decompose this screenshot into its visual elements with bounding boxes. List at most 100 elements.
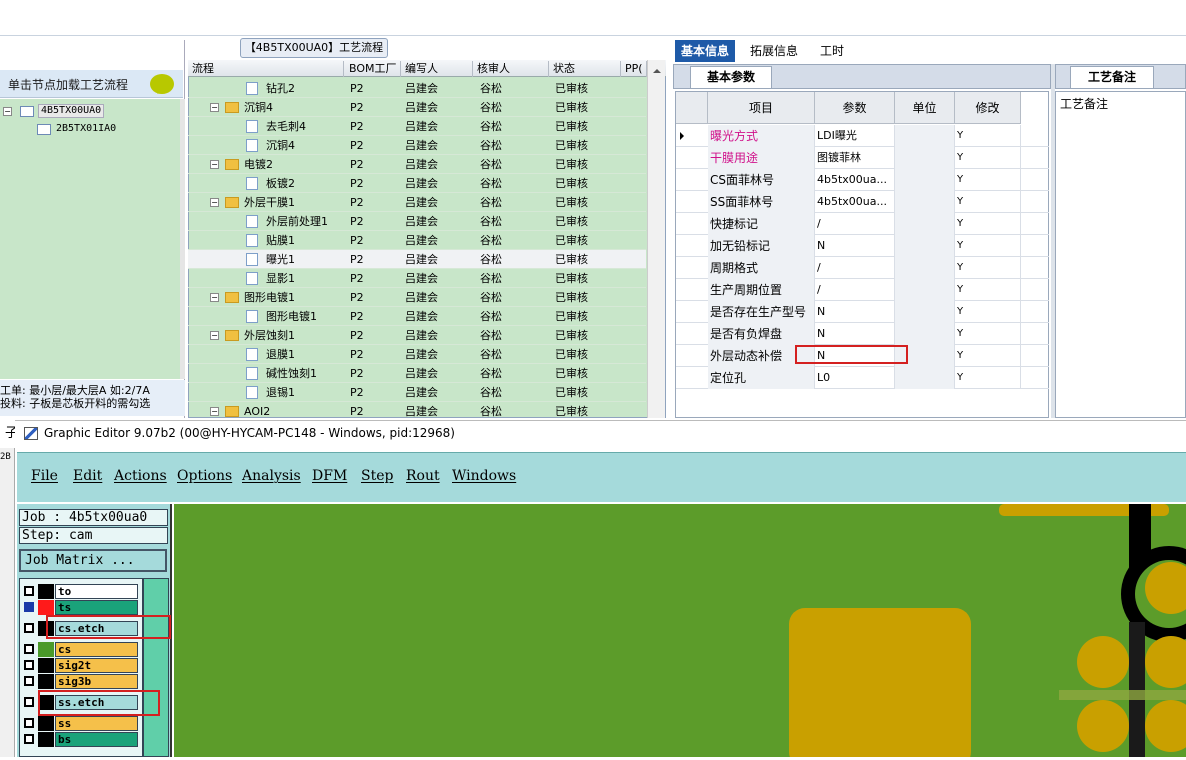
param-value[interactable]: N	[815, 235, 895, 257]
col-header-pp[interactable]: PP(	[621, 61, 647, 77]
param-value[interactable]: N	[815, 323, 895, 345]
param-row[interactable]: CS面菲林号 4b5tx00ua... Y	[676, 169, 1049, 191]
left-scrollbar[interactable]	[180, 99, 185, 379]
tab-extended-info[interactable]: 拓展信息	[744, 40, 804, 62]
process-row[interactable]: − 外层干膜1 P2 吕建会 谷松 已审核	[188, 193, 646, 212]
comment-bubble-icon[interactable]	[150, 74, 174, 94]
menu-options[interactable]: Options	[177, 468, 232, 484]
col-header-writer[interactable]: 编写人	[401, 61, 473, 77]
process-row[interactable]: 去毛刺4 P2 吕建会 谷松 已审核	[188, 117, 646, 136]
param-value[interactable]: /	[815, 213, 895, 235]
layer-name[interactable]: to	[55, 584, 138, 599]
tab-work-hours[interactable]: 工时	[814, 40, 850, 62]
process-row[interactable]: 碱性蚀刻1 P2 吕建会 谷松 已审核	[188, 364, 646, 383]
menu-dfm[interactable]: DFM	[312, 468, 347, 484]
param-value[interactable]: 4b5tx00ua...	[815, 169, 895, 191]
param-row[interactable]: 定位孔 L0 Y	[676, 367, 1049, 389]
param-value[interactable]: LDI曝光	[815, 125, 895, 147]
layer-checkbox[interactable]	[24, 697, 34, 707]
process-row[interactable]: 曝光1 P2 吕建会 谷松 已审核	[188, 250, 646, 269]
process-row[interactable]: 板镀2 P2 吕建会 谷松 已审核	[188, 174, 646, 193]
col-header-item[interactable]: 项目	[708, 92, 815, 124]
col-header-modify[interactable]: 修改	[955, 92, 1021, 124]
process-row[interactable]: 沉铜4 P2 吕建会 谷松 已审核	[188, 136, 646, 155]
collapse-icon[interactable]: −	[210, 331, 219, 340]
menu-windows[interactable]: Windows	[452, 468, 516, 484]
notes-title[interactable]: 工艺备注	[1070, 66, 1154, 88]
param-row[interactable]: 快捷标记 / Y	[676, 213, 1049, 235]
tree-node-child[interactable]: 2B5TX01IA0	[54, 123, 118, 137]
process-row[interactable]: 显影1 P2 吕建会 谷松 已审核	[188, 269, 646, 288]
scroll-up-icon[interactable]	[653, 65, 661, 73]
collapse-icon[interactable]: −	[210, 103, 219, 112]
layer-checkbox[interactable]	[24, 718, 34, 728]
process-row[interactable]: 外层前处理1 P2 吕建会 谷松 已审核	[188, 212, 646, 231]
layer-checkbox[interactable]	[24, 623, 34, 633]
process-row[interactable]: − 沉铜4 P2 吕建会 谷松 已审核	[188, 98, 646, 117]
param-row[interactable]: 生产周期位置 / Y	[676, 279, 1049, 301]
layer-name[interactable]: ss	[55, 716, 138, 731]
param-value[interactable]: 图镀菲林	[815, 147, 895, 169]
process-row[interactable]: 贴膜1 P2 吕建会 谷松 已审核	[188, 231, 646, 250]
layer-color-swatch[interactable]	[38, 716, 54, 731]
layer-checkbox[interactable]	[24, 644, 34, 654]
collapse-icon[interactable]: −	[210, 160, 219, 169]
menu-file[interactable]: File	[31, 468, 58, 484]
col-header-bom[interactable]: BOM工厂	[345, 61, 401, 77]
process-row[interactable]: − 外层蚀刻1 P2 吕建会 谷松 已审核	[188, 326, 646, 345]
param-value[interactable]: L0	[815, 367, 895, 389]
col-header-reviewer[interactable]: 核审人	[473, 61, 549, 77]
menu-step[interactable]: Step	[361, 468, 393, 484]
menu-edit[interactable]: Edit	[73, 468, 102, 484]
process-row[interactable]: 退膜1 P2 吕建会 谷松 已审核	[188, 345, 646, 364]
menu-rout[interactable]: Rout	[406, 468, 440, 484]
pcb-canvas[interactable]	[174, 504, 1186, 760]
layer-list-scrollbar[interactable]	[143, 578, 169, 757]
param-row[interactable]: 是否存在生产型号 N Y	[676, 301, 1049, 323]
collapse-icon[interactable]: −	[210, 198, 219, 207]
layer-name[interactable]: cs	[55, 642, 138, 657]
process-row[interactable]: 钻孔2 P2 吕建会 谷松 已审核	[188, 79, 646, 98]
layer-checkbox[interactable]	[24, 586, 34, 596]
menu-actions[interactable]: Actions	[114, 468, 167, 484]
process-row[interactable]: 图形电镀1 P2 吕建会 谷松 已审核	[188, 307, 646, 326]
process-row[interactable]: − AOI2 P2 吕建会 谷松 已审核	[188, 402, 646, 421]
notes-area[interactable]	[1055, 91, 1186, 418]
param-row[interactable]: 周期格式 / Y	[676, 257, 1049, 279]
layer-color-swatch[interactable]	[38, 674, 54, 689]
tree-node-parent[interactable]: 4B5TX00UA0	[38, 104, 105, 118]
layer-checkbox[interactable]	[24, 734, 34, 744]
process-row[interactable]: 退锡1 P2 吕建会 谷松 已审核	[188, 383, 646, 402]
layer-name[interactable]: ts	[55, 600, 138, 615]
process-scrollbar[interactable]	[647, 60, 665, 418]
param-value[interactable]: /	[815, 279, 895, 301]
process-row[interactable]: − 图形电镀1 P2 吕建会 谷松 已审核	[188, 288, 646, 307]
param-row[interactable]: SS面菲林号 4b5tx00ua... Y	[676, 191, 1049, 213]
param-value[interactable]: /	[815, 257, 895, 279]
layer-name[interactable]: sig3b	[55, 674, 138, 689]
collapse-icon[interactable]: −	[3, 107, 12, 116]
layer-color-swatch[interactable]	[38, 584, 54, 599]
param-row[interactable]: 干膜用途 图镀菲林 Y	[676, 147, 1049, 169]
menu-analysis[interactable]: Analysis	[242, 468, 301, 484]
col-header-status[interactable]: 状态	[549, 61, 621, 77]
param-value[interactable]: N	[815, 301, 895, 323]
tab-basic-info[interactable]: 基本信息	[675, 40, 736, 62]
basic-params-title[interactable]: 基本参数	[690, 66, 772, 88]
layer-color-swatch[interactable]	[38, 658, 54, 673]
collapse-icon[interactable]: −	[210, 407, 219, 416]
layer-name[interactable]: sig2t	[55, 658, 138, 673]
collapse-icon[interactable]: −	[210, 293, 219, 302]
col-header-unit[interactable]: 单位	[895, 92, 955, 124]
param-row[interactable]: 是否有负焊盘 N Y	[676, 323, 1049, 345]
layer-checkbox[interactable]	[24, 676, 34, 686]
param-value[interactable]: 4b5tx00ua...	[815, 191, 895, 213]
process-row[interactable]: − 电镀2 P2 吕建会 谷松 已审核	[188, 155, 646, 174]
col-header-param[interactable]: 参数	[815, 92, 895, 124]
job-matrix-button[interactable]: Job Matrix ...	[19, 549, 167, 572]
layer-color-swatch[interactable]	[38, 600, 54, 615]
layer-color-swatch[interactable]	[38, 732, 54, 747]
layer-checkbox[interactable]	[24, 660, 34, 670]
layer-color-swatch[interactable]	[38, 642, 54, 657]
layer-checkbox[interactable]	[24, 602, 34, 612]
